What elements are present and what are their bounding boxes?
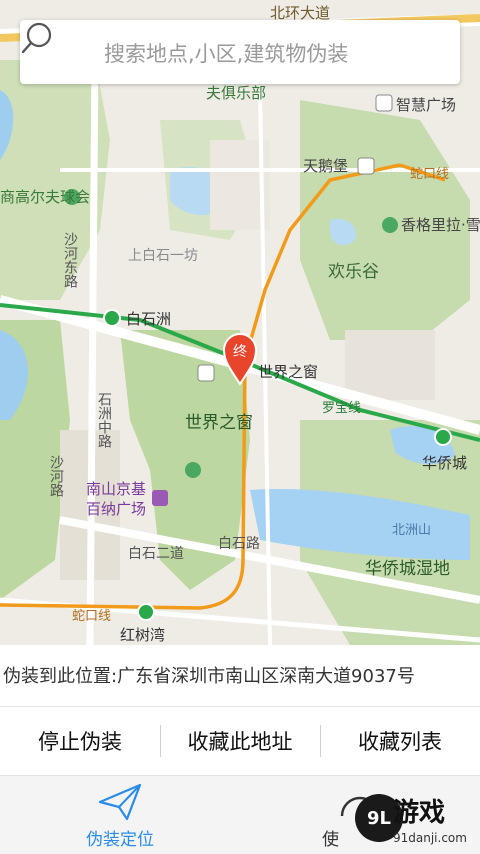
map-label-huanlegu: 欢乐谷 — [328, 262, 379, 282]
map-label-baishi-road: 白石路 — [218, 536, 260, 552]
map-label-huaqiaocheng-shidi: 华侨城湿地 — [365, 559, 450, 579]
map-label-hongshuwan: 红树湾 — [120, 626, 165, 644]
map-label-shijiezhichuang: 世界之窗 — [185, 413, 253, 433]
map-label-nanshan-jingji-1: 南山京基 — [86, 480, 146, 498]
search-bar[interactable]: 搜索地点,小区,建筑物伪装 — [20, 20, 460, 84]
map-label-xiangelila: 香格里拉·雪 — [401, 216, 480, 234]
map-label-baishi-road-2: 白石二道 — [128, 546, 184, 562]
map-label-zhihui: 智慧广场 — [396, 96, 456, 114]
watermark-title: 游戏 — [393, 798, 446, 828]
disguise-address: 伪装到此位置:广东省深圳市南山区深南大道9037号 — [3, 666, 415, 687]
map-label-tiane: 天鹅堡 — [303, 157, 348, 175]
favorites-list-button[interactable]: 收藏列表 — [320, 707, 480, 775]
map-label-shizhou: 石洲中路 — [96, 392, 112, 448]
search-icon[interactable] — [20, 20, 56, 56]
map-label-shangaoer: 商高尔夫球会 — [0, 188, 90, 206]
tab-disguise-location[interactable]: 伪装定位 — [60, 776, 180, 854]
map-label-shahe: 沙河路 — [48, 455, 64, 497]
map-label-beizhoushan: 北洲山 — [392, 523, 431, 538]
map-label-shahe-east: 沙河东路 — [62, 232, 78, 288]
map-label-shijiezhichuang-station: 世界之窗 — [258, 363, 318, 381]
map-label-fujubu: 夫俱乐部 — [206, 84, 266, 102]
paper-plane-icon — [98, 783, 142, 821]
map-label-shangbaishi: 上白石一坊 — [128, 248, 198, 264]
stop-disguise-button[interactable]: 停止伪装 — [0, 707, 160, 775]
map-view[interactable]: 北环大道 夫俱乐部 智慧广场 天鹅堡 商高尔夫球会 香格里拉·雪 欢乐谷 上白石… — [0, 0, 480, 645]
tab-disguise-label: 伪装定位 — [86, 830, 154, 850]
watermark-logo: 9L 游戏 91danji.com — [355, 784, 475, 854]
map-label-luobao-line: 罗宝线 — [322, 401, 361, 416]
search-input[interactable]: 搜索地点,小区,建筑物伪装 — [104, 38, 348, 68]
map-canvas[interactable]: 北环大道 夫俱乐部 智慧广场 天鹅堡 商高尔夫球会 香格里拉·雪 欢乐谷 上白石… — [0, 0, 480, 645]
watermark-url: 91danji.com — [393, 831, 467, 845]
save-address-button[interactable]: 收藏此地址 — [160, 707, 320, 775]
destination-marker-label: 终 — [233, 344, 247, 360]
action-bar: 停止伪装 收藏此地址 收藏列表 — [0, 707, 480, 775]
map-label-huaqiaocheng: 华侨城 — [422, 454, 467, 472]
map-label-nanshan-jingji-2: 百纳广场 — [86, 500, 146, 518]
address-bar: 伪装到此位置:广东省深圳市南山区深南大道9037号 — [0, 645, 480, 707]
map-label-baishizhou: 白石洲 — [126, 310, 171, 328]
map-label-shekou-line: 蛇口线 — [72, 609, 111, 624]
tab-other-label: 使 — [322, 830, 339, 850]
map-label-shekou-line-upper: 蛇口线 — [410, 167, 449, 182]
